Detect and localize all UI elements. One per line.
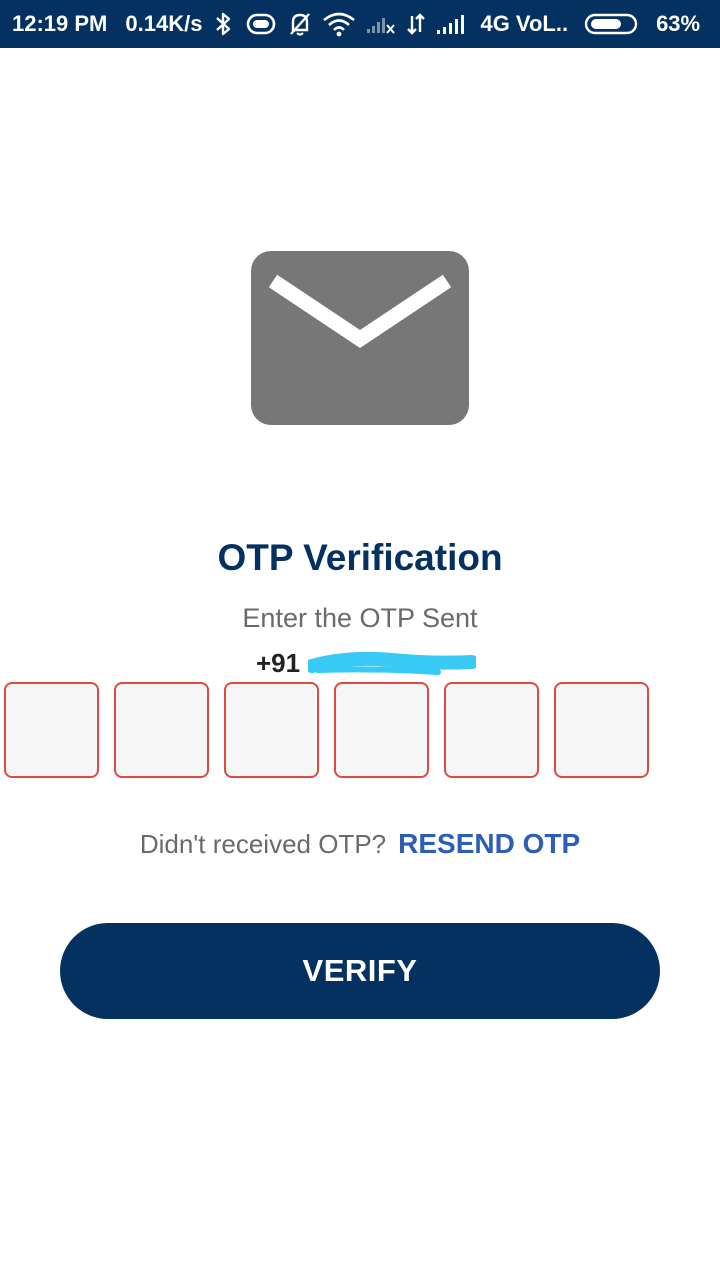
otp-digit-1[interactable] (4, 682, 99, 778)
status-network: 4G VoL.. (480, 11, 569, 36)
otp-digit-4[interactable] (334, 682, 429, 778)
wifi-icon (322, 9, 356, 39)
status-time: 12:19 PM (12, 11, 108, 36)
page-title: OTP Verification (217, 537, 503, 578)
resend-otp-link[interactable]: RESEND OTP (398, 828, 580, 859)
verify-button[interactable]: VERIFY (60, 923, 660, 1019)
otp-digit-5[interactable] (444, 682, 539, 778)
otp-instruction: Enter the OTP Sent (242, 603, 478, 633)
otp-digit-2[interactable] (114, 682, 209, 778)
status-battery-percent: 63% (656, 11, 701, 36)
mute-bell-icon (288, 9, 312, 39)
no-signal-icon (366, 9, 396, 39)
otp-digit-6[interactable] (554, 682, 649, 778)
battery-icon (584, 9, 640, 39)
resend-row: Didn't received OTP? RESEND OTP (0, 824, 720, 864)
phone-prefix: +91 (256, 648, 301, 678)
data-arrows-icon (406, 9, 426, 39)
signal-icon (436, 9, 468, 39)
bluetooth-icon (214, 9, 234, 39)
otp-digit-3[interactable] (224, 682, 319, 778)
vibrate-icon (244, 9, 278, 39)
phone-number: +91 (256, 646, 300, 680)
redaction-mark (308, 652, 476, 675)
status-bar: 12:19 PM 0.14K/s 4G VoL.. 63% (0, 0, 720, 48)
envelope-icon (251, 251, 469, 425)
status-speed: 0.14K/s (125, 11, 203, 36)
resend-question: Didn't received OTP? (139, 829, 387, 859)
otp-verification-screen: 12:19 PM 0.14K/s 4G VoL.. 63% OTP Verifi… (0, 0, 720, 1280)
